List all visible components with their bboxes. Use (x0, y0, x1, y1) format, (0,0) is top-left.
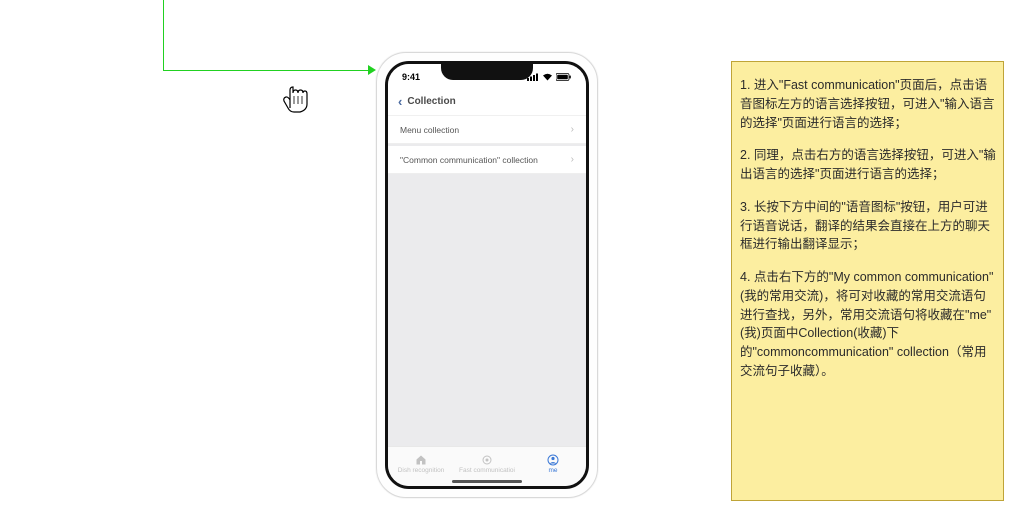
chevron-right-icon: › (571, 154, 574, 165)
list-item[interactable]: "Common communication" collection › (388, 146, 586, 174)
battery-icon (556, 73, 572, 81)
tab-dish-recognition[interactable]: Dish recognition (388, 454, 454, 474)
note-paragraph: 2. 同理，点击右方的语言选择按钮，可进入"输出语言的选择"页面进行语言的选择； (740, 146, 997, 184)
back-chevron-icon[interactable]: ‹ (398, 95, 402, 108)
list-item-label: "Common communication" collection (400, 155, 538, 165)
phone-notch (441, 62, 533, 80)
target-icon (481, 454, 493, 466)
phone-mockup: 9:41 ‹ Collection Menu collection › "Com… (376, 52, 598, 498)
note-paragraph: 3. 长按下方中间的"语音图标"按钮，用户可进行语音说话，翻译的结果会直接在上方… (740, 198, 997, 254)
arrowhead-icon (368, 65, 376, 75)
tab-label: Fast communicatioi (459, 467, 515, 474)
phone-screen: 9:41 ‹ Collection Menu collection › "Com… (385, 61, 589, 489)
list-item[interactable]: Menu collection › (388, 116, 586, 144)
tab-me[interactable]: me (520, 454, 586, 474)
status-time: 9:41 (402, 72, 420, 82)
note-paragraph: 1. 进入"Fast communication"页面后，点击语音图标左方的语言… (740, 76, 997, 132)
status-indicators (527, 73, 572, 81)
wifi-icon (542, 73, 553, 81)
tab-fast-communication[interactable]: Fast communicatioi (454, 454, 520, 474)
pointer-cursor-icon (280, 80, 308, 112)
connector-horizontal (163, 70, 368, 71)
list-item-label: Menu collection (400, 125, 459, 135)
user-icon (547, 454, 559, 466)
tab-label: me (548, 467, 557, 474)
nav-title: Collection (407, 96, 455, 107)
note-paragraph: 4. 点击右下方的"My common communication"(我的常用交… (740, 268, 997, 381)
collection-list: Menu collection › "Common communication"… (388, 116, 586, 176)
tab-bar: Dish recognition Fast communicatioi me (388, 446, 586, 486)
nav-bar: ‹ Collection (388, 88, 586, 116)
tab-label: Dish recognition (398, 467, 445, 474)
connector-vertical (163, 0, 164, 70)
home-icon (415, 454, 427, 466)
instruction-note: 1. 进入"Fast communication"页面后，点击语音图标左方的语言… (731, 61, 1004, 501)
chevron-right-icon: › (571, 124, 574, 135)
home-indicator (452, 480, 522, 483)
